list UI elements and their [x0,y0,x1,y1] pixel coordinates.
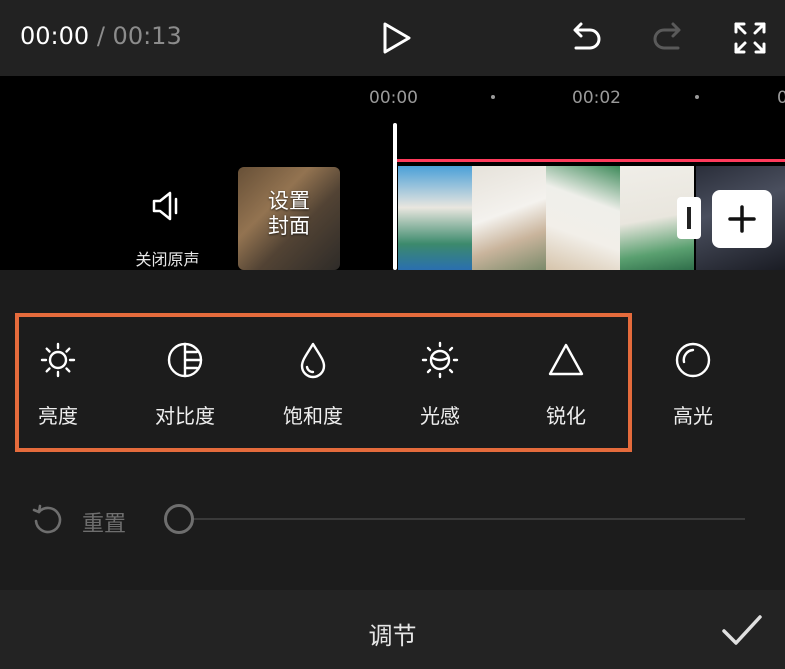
tool-contrast[interactable]: 对比度 [140,340,230,440]
current-time: 00:00 [20,22,90,50]
tool-exposure[interactable]: 光感 [395,340,485,440]
undo-icon[interactable] [566,18,606,58]
highlight-icon [675,342,711,378]
time-display: 00:00 / 00:13 [20,22,182,50]
timeline-tick: 00:02 [572,88,621,108]
timeline-tick: 00:00 [369,88,418,108]
clip-frame [546,166,620,270]
playhead[interactable] [393,123,397,270]
clip-frame [398,166,472,270]
reset-label: 重置 [82,512,127,537]
video-clip[interactable] [398,166,694,270]
play-icon[interactable] [376,18,416,58]
fullscreen-icon[interactable] [730,18,770,58]
trim-handle-grip [687,207,691,229]
mute-original-audio-button[interactable]: 关闭原声 [130,186,205,269]
timeline-dot [491,95,495,99]
brightness-icon [40,342,76,378]
timeline-dot [695,95,699,99]
cover-label: 设置 封面 [268,189,310,238]
tool-label: 高光 [673,404,713,428]
tool-label: 亮度 [38,404,78,428]
adjust-slider-knob[interactable] [164,504,194,534]
panel-title: 调节 [368,622,417,650]
tool-saturation[interactable]: 饱和度 [268,340,358,440]
add-clip-button[interactable] [712,190,772,248]
mute-label: 关闭原声 [135,250,200,269]
tool-sharpen[interactable]: 锐化 [521,340,611,440]
duration-time: 00:13 [112,22,182,50]
exposure-icon [421,341,459,379]
tool-label: 锐化 [546,404,586,428]
tool-highlight[interactable]: 高光 [648,340,738,440]
confirm-check-icon[interactable] [720,610,764,650]
reset-button[interactable]: 重置 [30,502,140,538]
plus-icon [728,205,756,233]
time-separator: / [96,22,105,50]
timeline-marker-line [397,159,785,162]
sharpen-icon [548,343,584,376]
tool-label: 饱和度 [283,404,343,428]
set-cover-button[interactable]: 设置 封面 [238,167,340,270]
contrast-icon [167,342,203,378]
saturation-icon [300,342,326,379]
clip-trim-handle[interactable] [677,197,701,239]
tool-brightness[interactable]: 亮度 [13,340,103,440]
tool-label: 光感 [420,404,460,428]
redo-icon[interactable] [648,18,688,58]
adjust-slider-track[interactable] [190,518,745,520]
clip-frame [472,166,546,270]
tool-label: 对比度 [155,404,215,428]
timeline-area[interactable]: 00:00 00:02 0 关闭原声 设置 封面 [0,76,785,270]
bottom-bar: 调节 [0,590,785,669]
reset-icon [32,504,62,534]
speaker-icon [152,191,178,221]
timeline-tick: 0 [777,88,785,108]
top-bar: 00:00 / 00:13 [0,0,785,76]
